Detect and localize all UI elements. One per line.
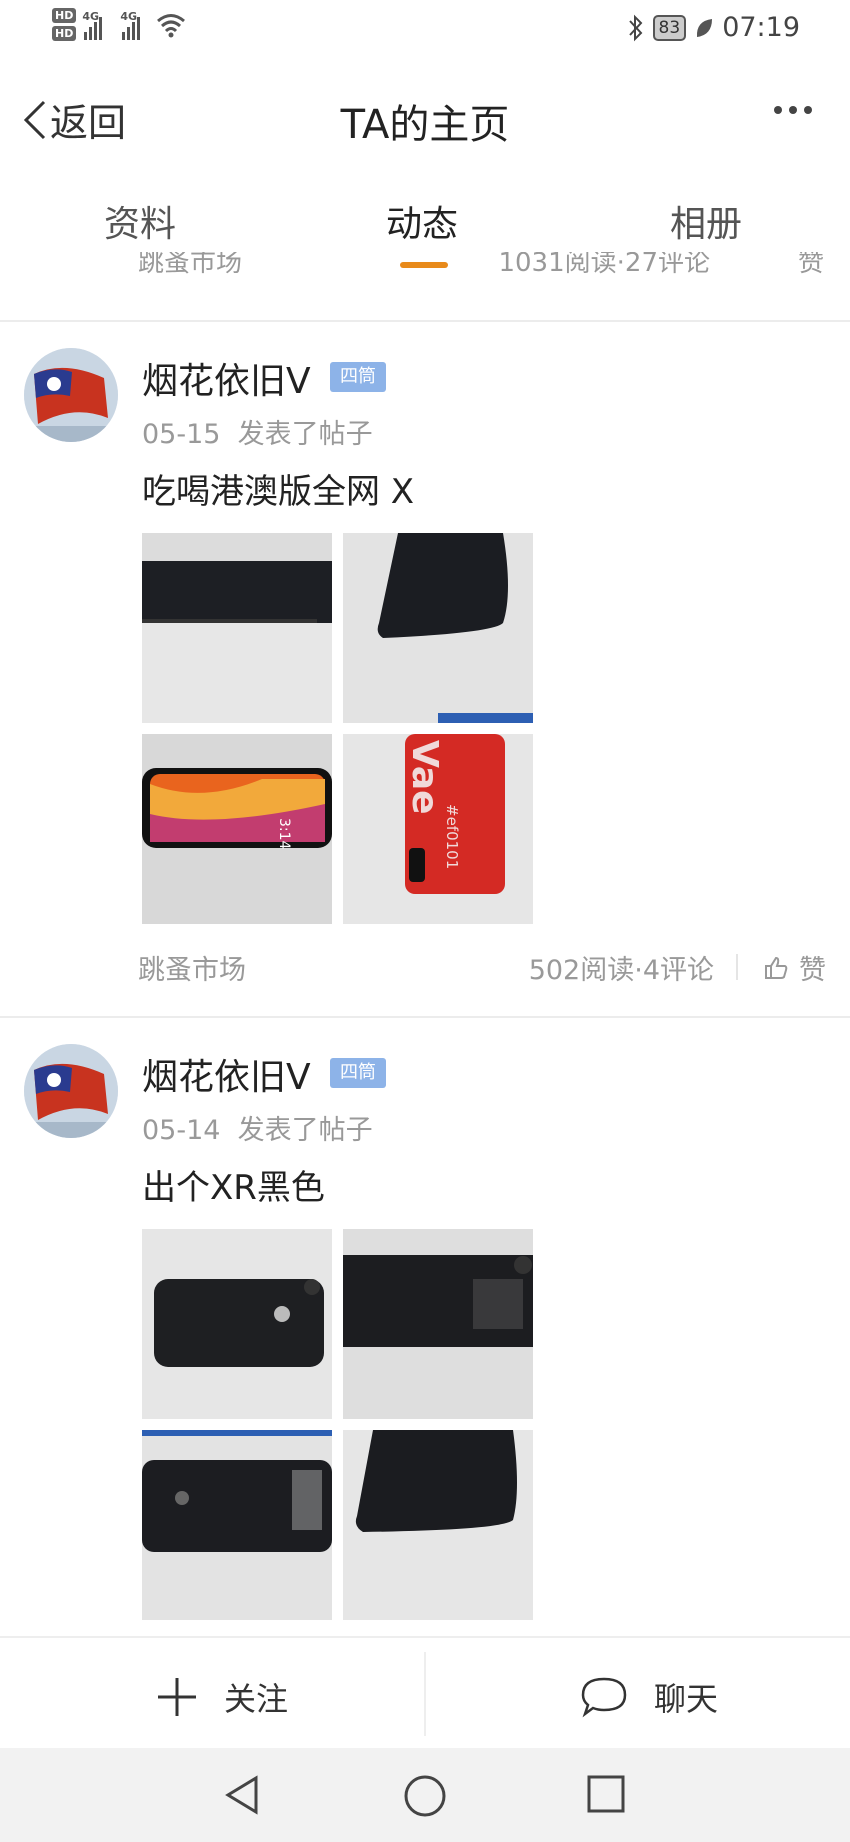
system-nav-bar bbox=[0, 1748, 850, 1842]
post-source[interactable]: 跳蚤市场 bbox=[138, 252, 242, 279]
post-date: 05-14 bbox=[142, 1115, 221, 1146]
post-footer: 跳蚤市场 502阅读·4评论 赞 bbox=[0, 948, 850, 988]
signal1-icon: 4G bbox=[82, 10, 103, 40]
bluetooth-icon bbox=[628, 14, 642, 41]
level-badge: 四筒 bbox=[330, 1058, 386, 1088]
post-date: 05-15 bbox=[142, 419, 221, 450]
level-badge: 四筒 bbox=[330, 362, 386, 392]
post-source[interactable]: 跳蚤市场 bbox=[138, 948, 246, 987]
plus-icon bbox=[158, 1678, 196, 1716]
top-header: 返回 TA的主页 bbox=[0, 78, 850, 158]
thumbs-up-icon bbox=[765, 956, 788, 979]
case-subtext: #ef0101 bbox=[443, 804, 461, 869]
leaf-icon bbox=[697, 18, 713, 37]
follow-label: 关注 bbox=[224, 1680, 289, 1718]
more-menu-icon[interactable] bbox=[774, 106, 812, 114]
chat-bubble-icon bbox=[581, 1677, 627, 1718]
post-image[interactable] bbox=[142, 533, 332, 723]
nav-home-icon[interactable] bbox=[403, 1774, 447, 1818]
divider bbox=[0, 1016, 850, 1018]
divider bbox=[0, 320, 850, 322]
screen-time: 3:14 bbox=[276, 818, 292, 850]
post-stats: 1031阅读·27评论 bbox=[498, 252, 710, 278]
battery-icon: 83 bbox=[652, 14, 687, 41]
footer-divider bbox=[736, 954, 738, 980]
hd1-icon: HD bbox=[52, 8, 77, 23]
avatar[interactable] bbox=[24, 348, 118, 442]
nav-back-icon[interactable] bbox=[222, 1774, 262, 1816]
author-name[interactable]: 烟花依旧V bbox=[142, 1048, 311, 1100]
like-button[interactable]: 赞 bbox=[798, 252, 824, 279]
action-divider bbox=[424, 1652, 426, 1736]
post-image[interactable] bbox=[142, 1430, 332, 1620]
post-meta: 05-15 发表了帖子 bbox=[142, 412, 373, 451]
chat-button[interactable]: 聊天 bbox=[580, 1674, 718, 1720]
nav-recents-icon[interactable] bbox=[586, 1774, 626, 1814]
post-text[interactable]: 吃喝港澳版全网 X bbox=[142, 464, 414, 513]
tab-activity[interactable]: 动态 bbox=[386, 195, 458, 247]
post-image[interactable] bbox=[343, 533, 533, 723]
post-image[interactable] bbox=[142, 1229, 332, 1419]
post-image[interactable] bbox=[343, 1430, 533, 1620]
post-image[interactable]: Vae #ef0101 bbox=[343, 734, 533, 924]
status-bar: HD HD 4G 4G 83 07:19 bbox=[0, 0, 850, 60]
post-action: 发表了帖子 bbox=[237, 1115, 373, 1146]
like-button[interactable]: 赞 bbox=[763, 948, 826, 987]
hd2-icon: HD bbox=[52, 26, 77, 41]
page-title: TA的主页 bbox=[340, 102, 510, 148]
wifi-icon bbox=[157, 13, 186, 37]
author-name[interactable]: 烟花依旧V bbox=[142, 352, 311, 404]
post-action: 发表了帖子 bbox=[237, 419, 373, 450]
clock: 07:19 bbox=[722, 12, 800, 43]
signal2-icon: 4G bbox=[120, 10, 141, 40]
tab-album[interactable]: 相册 bbox=[670, 195, 742, 247]
case-text: Vae bbox=[404, 740, 445, 815]
post-text[interactable]: 出个XR黑色 bbox=[142, 1160, 325, 1209]
tab-profile[interactable]: 资料 bbox=[104, 195, 176, 247]
follow-button[interactable]: 关注 bbox=[156, 1674, 288, 1720]
avatar[interactable] bbox=[24, 1044, 118, 1138]
prev-post-footer: 跳蚤市场 1031阅读·27评论 赞 bbox=[0, 252, 850, 288]
post-image[interactable] bbox=[343, 1229, 533, 1419]
chat-label: 聊天 bbox=[654, 1680, 719, 1718]
post-image[interactable]: 3:14 bbox=[142, 734, 332, 924]
post-stats: 502阅读·4评论 bbox=[528, 955, 714, 986]
bottom-action-bar: 关注 聊天 bbox=[0, 1636, 850, 1750]
post-meta: 05-14 发表了帖子 bbox=[142, 1108, 373, 1147]
